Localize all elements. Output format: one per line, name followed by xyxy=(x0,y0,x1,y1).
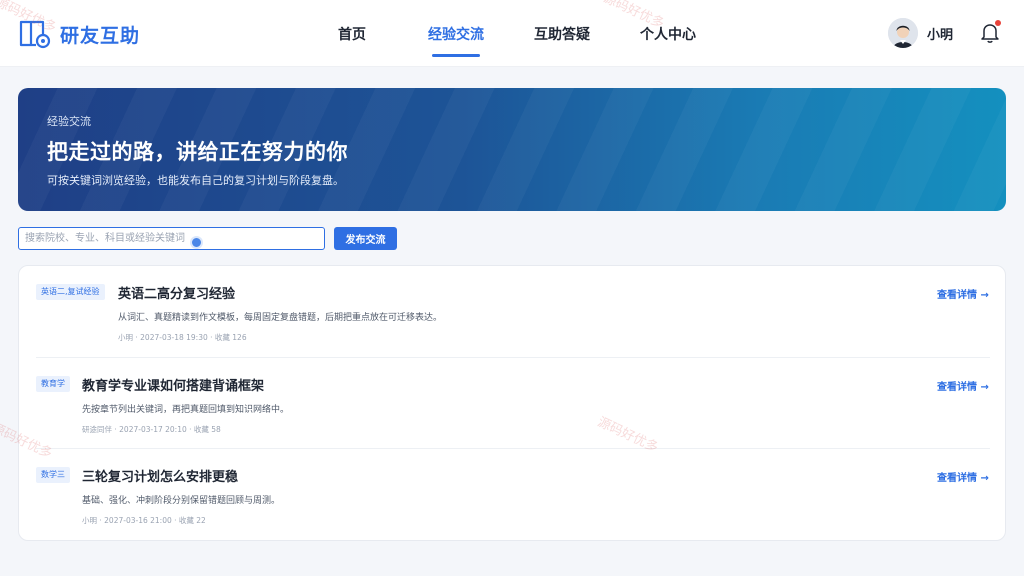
user-menu[interactable]: 小明 xyxy=(888,18,953,48)
avatar-image xyxy=(888,18,918,48)
post-meta: 小明 · 2027-03-16 21:00 · 收藏 22 xyxy=(82,516,206,525)
post-tag[interactable]: 数学三 xyxy=(36,467,70,483)
nav-profile[interactable]: 个人中心 xyxy=(640,24,696,44)
avatar[interactable] xyxy=(888,18,918,48)
main-nav: 首页 经验交流 互助答疑 个人中心 xyxy=(0,0,1024,67)
list-item[interactable]: 数学三 三轮复习计划怎么安排更稳 基础、强化、冲刺阶段分别保留错题回顾与周测。 … xyxy=(19,449,1007,539)
banner-eyebrow: 经验交流 xyxy=(47,115,91,128)
top-navbar: 研友互助 首页 经验交流 互助答疑 个人中心 小明 xyxy=(0,0,1024,67)
post-title[interactable]: 三轮复习计划怎么安排更稳 xyxy=(82,466,238,485)
nav-qa[interactable]: 互助答疑 xyxy=(534,24,590,44)
post-list: 英语二,复试经验 英语二高分复习经验 从词汇、真题精读到作文模板，每周固定复盘错… xyxy=(18,265,1006,541)
banner-subtitle: 可按关键词浏览经验，也能发布自己的复习计划与阶段复盘。 xyxy=(47,174,344,187)
post-meta: 小明 · 2027-03-18 19:30 · 收藏 126 xyxy=(118,333,247,342)
search-input[interactable] xyxy=(18,227,325,250)
list-item[interactable]: 教育学 教育学专业课如何搭建背诵框架 先按章节列出关键词，再把真题回填到知识网络… xyxy=(19,358,1007,448)
post-summary: 基础、强化、冲刺阶段分别保留错题回顾与周测。 xyxy=(82,496,281,506)
view-detail-link[interactable]: 查看详情 → xyxy=(937,378,989,393)
view-detail-link[interactable]: 查看详情 → xyxy=(937,469,989,484)
user-name[interactable]: 小明 xyxy=(927,24,953,43)
mouse-cursor xyxy=(190,236,203,249)
nav-home[interactable]: 首页 xyxy=(338,24,366,44)
post-meta: 研途同伴 · 2027-03-17 20:10 · 收藏 58 xyxy=(82,425,221,434)
post-summary: 从词汇、真题精读到作文模板，每周固定复盘错题，后期把重点放在可迁移表达。 xyxy=(118,313,443,323)
post-title[interactable]: 英语二高分复习经验 xyxy=(118,283,235,302)
notification-dot xyxy=(995,20,1001,26)
publish-button[interactable]: 发布交流 xyxy=(334,227,397,250)
list-item[interactable]: 英语二,复试经验 英语二高分复习经验 从词汇、真题精读到作文模板，每周固定复盘错… xyxy=(19,266,1007,356)
post-tag[interactable]: 教育学 xyxy=(36,376,70,392)
nav-experience[interactable]: 经验交流 xyxy=(428,24,484,44)
post-tag[interactable]: 英语二,复试经验 xyxy=(36,284,105,300)
post-summary: 先按章节列出关键词，再把真题回填到知识网络中。 xyxy=(82,405,290,415)
hero-banner: 经验交流 把走过的路，讲给正在努力的你 可按关键词浏览经验，也能发布自己的复习计… xyxy=(18,88,1006,211)
view-detail-link[interactable]: 查看详情 → xyxy=(937,286,989,301)
post-title[interactable]: 教育学专业课如何搭建背诵框架 xyxy=(82,375,264,394)
active-nav-indicator xyxy=(432,54,480,57)
banner-title: 把走过的路，讲给正在努力的你 xyxy=(47,140,348,164)
